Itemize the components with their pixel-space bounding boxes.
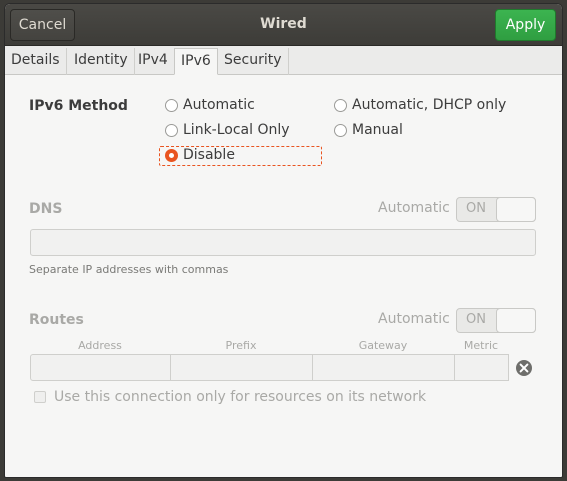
switch-knob[interactable] <box>496 308 536 333</box>
dns-automatic-label: Automatic <box>378 200 450 216</box>
routes-automatic-label: Automatic <box>378 311 450 327</box>
switch-state-label: ON <box>466 201 486 216</box>
checkbox-label: Use this connection only for resources o… <box>54 389 427 405</box>
routes-automatic-switch[interactable]: ON <box>456 308 536 333</box>
radio-label: Manual <box>352 122 403 138</box>
clear-icon <box>516 360 532 376</box>
radio-disable[interactable]: Disable <box>165 147 235 163</box>
dns-input[interactable] <box>30 229 536 256</box>
connection-dialog: Cancel Wired Apply Details Identity IPv4… <box>4 3 563 478</box>
radio-indicator[interactable] <box>165 148 178 162</box>
column-header-address: Address <box>78 339 122 352</box>
routes-label: Routes <box>29 312 84 328</box>
apply-button[interactable]: Apply <box>495 9 556 41</box>
switch-knob[interactable] <box>496 197 536 222</box>
delete-route-button[interactable] <box>512 356 536 380</box>
dns-automatic-switch[interactable]: ON <box>456 197 536 222</box>
route-prefix-input[interactable] <box>170 354 313 381</box>
column-header-gateway: Gateway <box>358 339 408 352</box>
column-header-metric: Metric <box>463 339 499 352</box>
radio-label: Automatic <box>183 97 255 113</box>
header-bar: Cancel Wired Apply <box>5 4 562 46</box>
radio-label: Automatic, DHCP only <box>352 97 507 113</box>
tab-identity[interactable]: Identity <box>68 48 135 75</box>
column-header-prefix: Prefix <box>225 339 257 352</box>
switch-state-label: ON <box>466 312 486 327</box>
route-gateway-input[interactable] <box>312 354 455 381</box>
tab-ipv4[interactable]: IPv4 <box>132 48 175 75</box>
tab-ipv6[interactable]: IPv6 <box>174 48 218 75</box>
dns-hint: Separate IP addresses with commas <box>29 263 229 276</box>
only-resources-checkbox[interactable]: Use this connection only for resources o… <box>34 389 426 405</box>
radio-automatic-dhcp-only[interactable]: Automatic, DHCP only <box>334 97 506 113</box>
radio-label: Disable <box>183 147 235 163</box>
route-metric-input[interactable] <box>454 354 509 381</box>
radio-label: Link-Local Only <box>183 122 290 138</box>
radio-indicator[interactable] <box>165 98 178 112</box>
radio-indicator[interactable] <box>334 98 347 112</box>
dns-label: DNS <box>29 201 63 217</box>
tab-details[interactable]: Details <box>5 48 67 75</box>
radio-manual[interactable]: Manual <box>334 122 403 138</box>
tab-bar: Details Identity IPv4 IPv6 Security <box>5 46 562 75</box>
route-address-input[interactable] <box>30 354 171 381</box>
checkbox-indicator[interactable] <box>34 391 46 403</box>
radio-automatic[interactable]: Automatic <box>165 97 255 113</box>
tab-security[interactable]: Security <box>218 48 289 75</box>
dialog-title: Wired <box>260 16 307 32</box>
radio-indicator[interactable] <box>334 123 347 137</box>
radio-link-local-only[interactable]: Link-Local Only <box>165 122 290 138</box>
ipv6-method-label: IPv6 Method <box>29 98 128 114</box>
radio-indicator[interactable] <box>165 123 178 137</box>
